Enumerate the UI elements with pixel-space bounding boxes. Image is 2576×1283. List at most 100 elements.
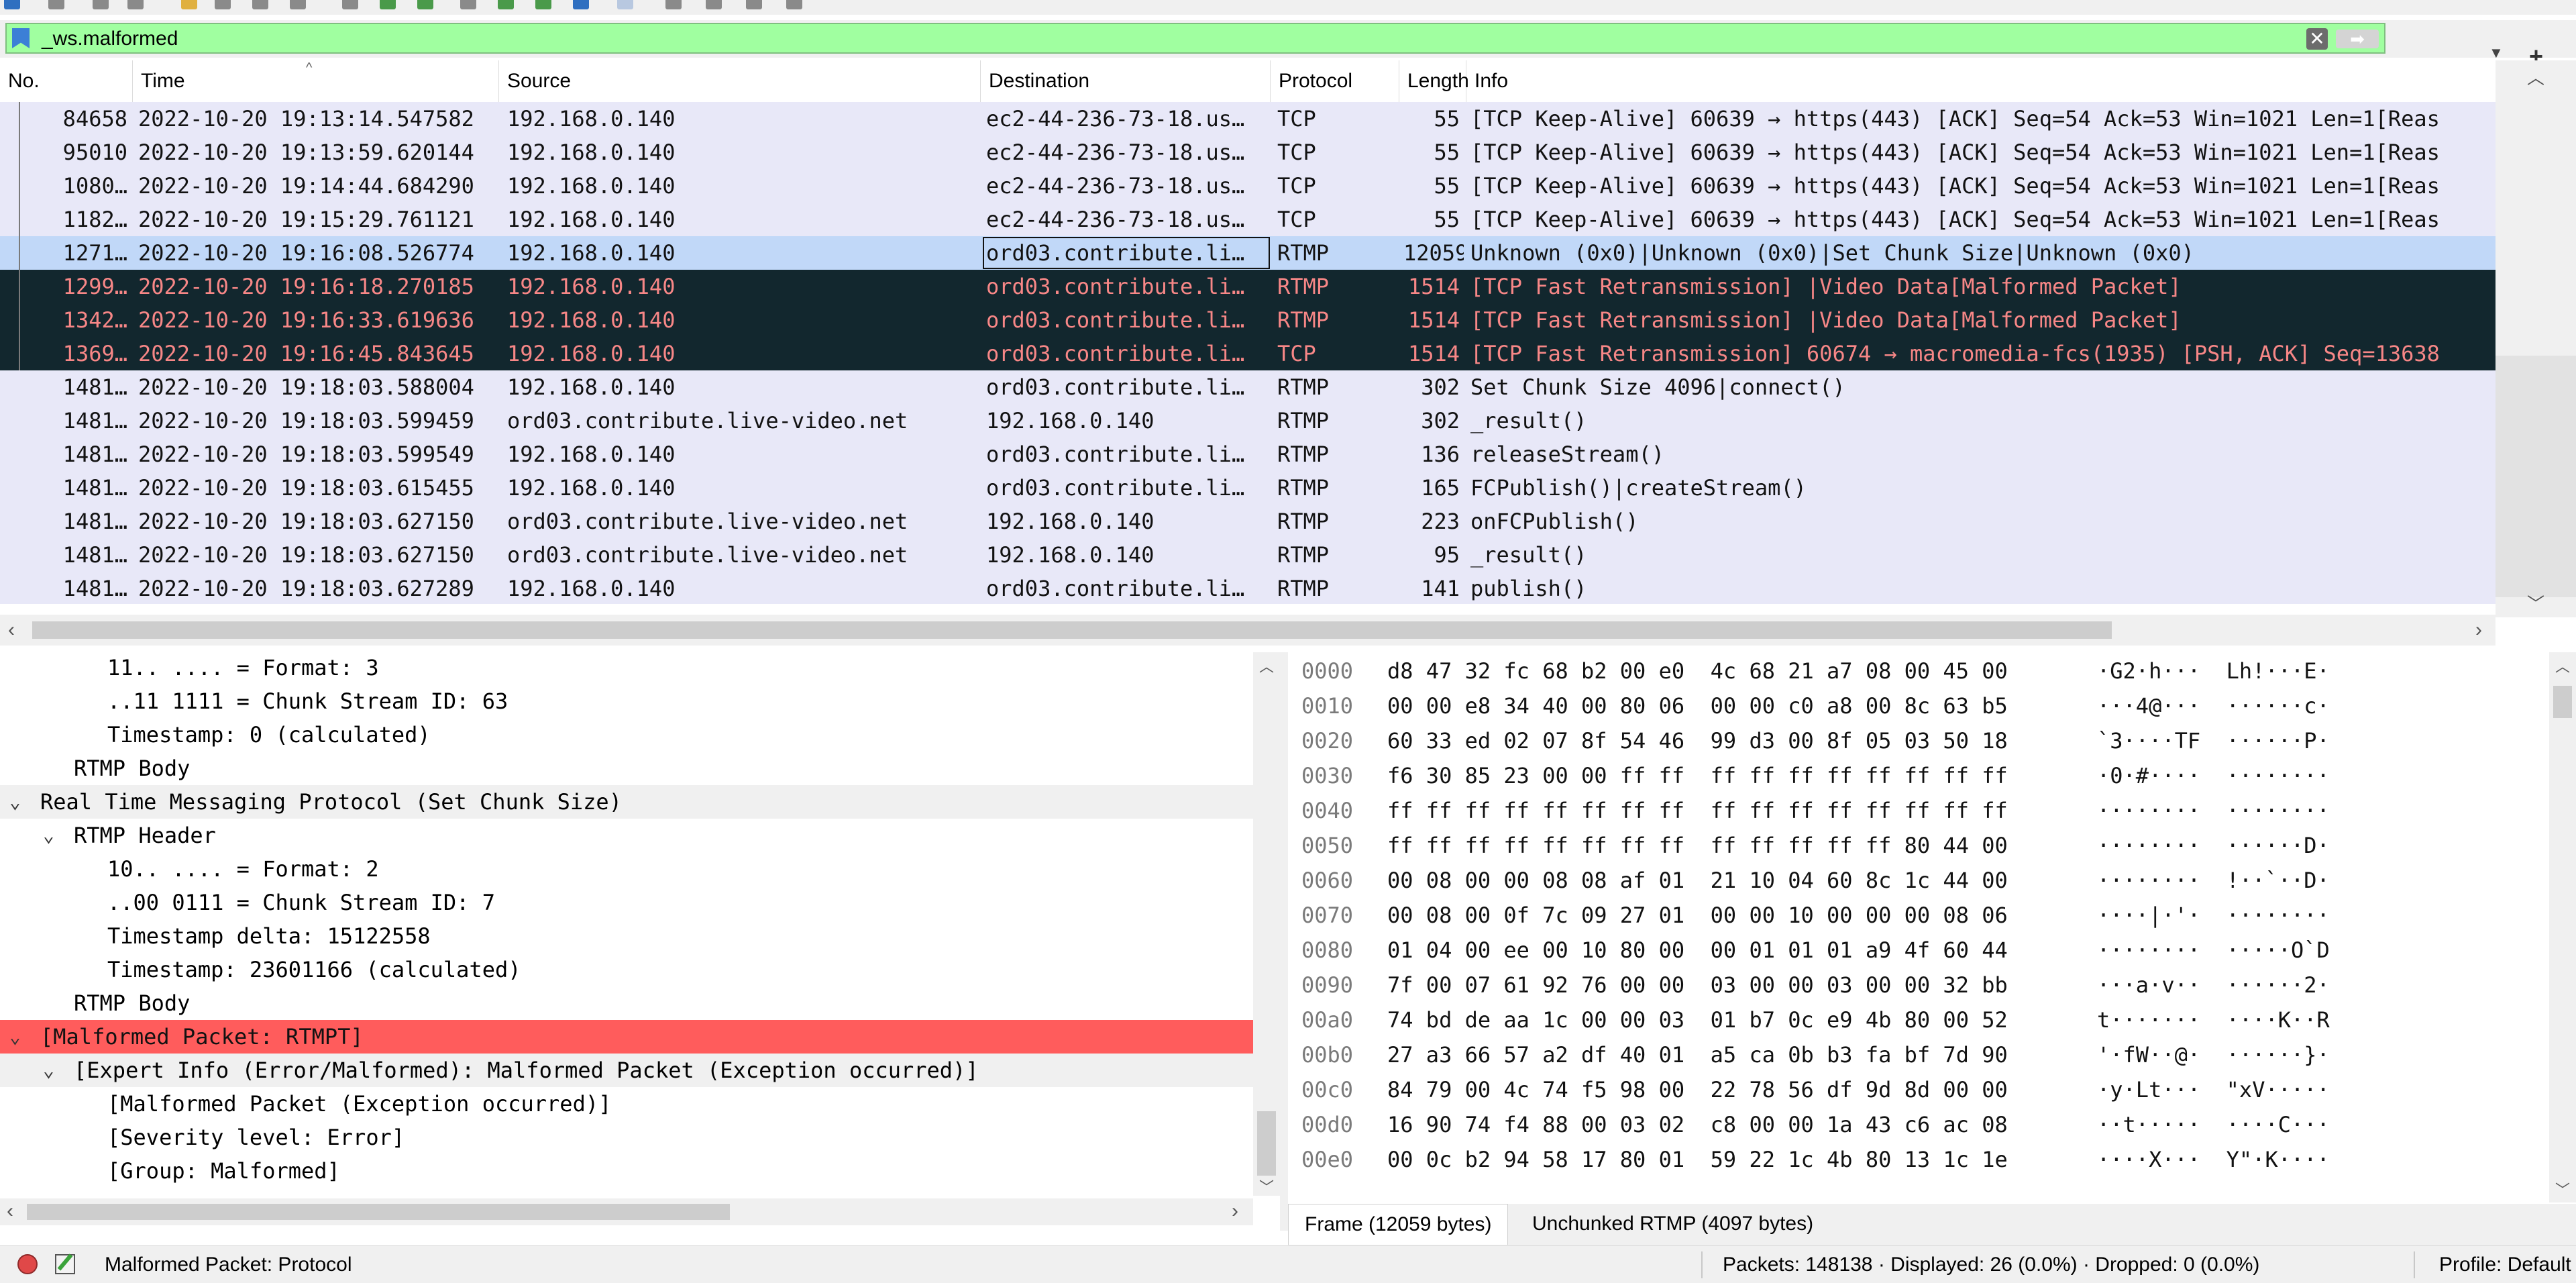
display-filter-text[interactable]: _ws.malformed xyxy=(42,27,178,51)
ascii-bytes[interactable]: ···a·v·· ······2· xyxy=(2097,968,2330,1003)
packet-row[interactable]: 1481… 2022-10-20 19:18:03.599459 ord03.con… xyxy=(0,404,2496,438)
hex-bytes[interactable]: ff ff ff ff ff ff ff ff ff ff ff ff ff 8… xyxy=(1387,828,2008,863)
hex-bytes[interactable]: 00 08 00 00 08 08 af 01 21 10 04 60 8c 1… xyxy=(1387,863,2008,898)
hex-bytes[interactable]: 7f 00 07 61 92 76 00 00 03 00 00 03 00 0… xyxy=(1387,968,2008,1003)
save-file-icon[interactable] xyxy=(215,0,231,9)
scroll-down-icon[interactable]: ﹀ xyxy=(2549,1178,2576,1200)
detail-tree-item[interactable]: RTMP Body xyxy=(0,986,1253,1020)
normal-size-icon[interactable] xyxy=(746,0,762,9)
detail-tree-item[interactable]: ..00 0111 = Chunk Stream ID: 7 xyxy=(0,886,1253,919)
packet-list-scrollbar[interactable]: ︿ ﹀ xyxy=(2496,60,2576,617)
chevron-down-icon[interactable]: ▼ xyxy=(2489,44,2504,62)
packet-row[interactable]: 1481… 2022-10-20 19:18:03.627150 ord03.con… xyxy=(0,505,2496,538)
autoscroll-icon[interactable] xyxy=(573,0,589,9)
packet-row[interactable]: 84658 2022-10-20 19:13:14.547582 192.168.0… xyxy=(0,102,2496,136)
scroll-up-icon[interactable]: ︿ xyxy=(2496,64,2576,89)
detail-tree-item[interactable]: RTMP Body xyxy=(0,752,1253,785)
pane-splitter[interactable] xyxy=(1280,652,1288,1231)
start-capture-icon[interactable] xyxy=(4,0,20,9)
expand-chevron-icon[interactable]: ⌄ xyxy=(9,785,21,819)
ascii-bytes[interactable]: ········ !··`··D· xyxy=(2097,863,2330,898)
detail-tree-item[interactable]: Timestamp: 23601166 (calculated) xyxy=(0,953,1253,986)
detail-tree-item[interactable]: ⌄ RTMP Header xyxy=(0,819,1253,852)
find-packet-icon[interactable] xyxy=(342,0,358,9)
zoom-in-icon[interactable] xyxy=(665,0,682,9)
scrollbar-thumb[interactable] xyxy=(2496,356,2576,597)
packet-list-hscrollbar[interactable]: ‹ › xyxy=(0,615,2496,646)
go-forward-icon[interactable] xyxy=(417,0,433,9)
detail-tree-item[interactable]: ⌄ Real Time Messaging Protocol (Set Chunk… xyxy=(0,785,1253,819)
packet-row[interactable]: 1481… 2022-10-20 19:18:03.588004 192.168.0… xyxy=(0,370,2496,404)
scroll-down-icon[interactable]: ﹀ xyxy=(2496,591,2576,615)
ascii-bytes[interactable]: t······· ····K··R xyxy=(2097,1003,2330,1037)
profile-indicator[interactable]: Profile: Default xyxy=(2439,1246,2571,1283)
stop-capture-icon[interactable] xyxy=(48,0,64,9)
open-file-icon[interactable] xyxy=(181,0,197,9)
restart-capture-icon[interactable] xyxy=(93,0,109,9)
clear-icon[interactable]: ✕ xyxy=(2306,28,2328,50)
column-header-destination[interactable]: Destination xyxy=(981,60,1271,102)
hscroll-thumb[interactable] xyxy=(32,621,2112,639)
detail-tree-item[interactable]: ..11 1111 = Chunk Stream ID: 63 xyxy=(0,684,1253,718)
hex-bytes[interactable]: 16 90 74 f4 88 00 03 02 c8 00 00 1a 43 c… xyxy=(1387,1107,2008,1142)
column-header-protocol[interactable]: Protocol xyxy=(1271,60,1399,102)
detail-tree-item[interactable]: 10.. .... = Format: 2 xyxy=(0,852,1253,886)
ascii-bytes[interactable]: ···4@··· ······c· xyxy=(2097,688,2330,723)
ascii-bytes[interactable]: '·fW··@· ······}· xyxy=(2097,1037,2330,1072)
scroll-down-icon[interactable]: ﹀ xyxy=(1253,1176,1280,1197)
reload-file-icon[interactable] xyxy=(290,0,306,9)
packet-row[interactable]: 1299… 2022-10-20 19:16:18.270185 192.168.0… xyxy=(0,270,2496,303)
hex-bytes[interactable]: f6 30 85 23 00 00 ff ff ff ff ff ff ff f… xyxy=(1387,758,2008,793)
ascii-bytes[interactable]: `3····TF ······P· xyxy=(2097,723,2330,758)
detail-tree-item[interactable]: [Severity level: Error] xyxy=(0,1121,1253,1154)
packet-row[interactable]: 1481… 2022-10-20 19:18:03.615455 192.168.0… xyxy=(0,471,2496,505)
ascii-bytes[interactable]: ····X··· Y"·K···· xyxy=(2097,1142,2330,1177)
go-back-icon[interactable] xyxy=(380,0,396,9)
expert-info-error-icon[interactable] xyxy=(17,1254,38,1274)
detail-tree-item[interactable]: ⌄ [Malformed Packet: RTMPT] xyxy=(0,1020,1253,1054)
hex-bytes[interactable]: 00 08 00 0f 7c 09 27 01 00 00 10 00 00 0… xyxy=(1387,898,2008,933)
hex-bytes[interactable]: 00 0c b2 94 58 17 80 01 59 22 1c 4b 80 1… xyxy=(1387,1142,2008,1177)
scroll-right-icon[interactable]: › xyxy=(2475,619,2482,642)
hex-bytes[interactable]: 01 04 00 ee 00 10 80 00 00 01 01 01 a9 4… xyxy=(1387,933,2008,968)
go-to-packet-icon[interactable] xyxy=(460,0,476,9)
hex-bytes[interactable]: d8 47 32 fc 68 b2 00 e0 4c 68 21 a7 08 0… xyxy=(1387,654,2008,688)
column-header-info[interactable]: Info xyxy=(1466,60,2496,102)
packet-row[interactable]: 95010 2022-10-20 19:13:59.620144 192.168.0… xyxy=(0,136,2496,169)
scroll-up-icon[interactable]: ︿ xyxy=(1253,655,1280,676)
column-header-length[interactable]: Length xyxy=(1399,60,1469,102)
hex-bytes[interactable]: 00 00 e8 34 40 00 80 06 00 00 c0 a8 00 8… xyxy=(1387,688,2008,723)
ascii-bytes[interactable]: ··t····· ····C··· xyxy=(2097,1107,2330,1142)
packet-row[interactable]: 1182… 2022-10-20 19:15:29.761121 192.168.0… xyxy=(0,203,2496,236)
resize-columns-icon[interactable] xyxy=(786,0,802,9)
scroll-right-icon[interactable]: › xyxy=(1232,1200,1238,1223)
zoom-out-icon[interactable] xyxy=(706,0,722,9)
detail-tree-item[interactable]: 11.. .... = Format: 3 xyxy=(0,652,1253,684)
scroll-left-icon[interactable]: ‹ xyxy=(8,619,15,642)
ascii-bytes[interactable]: ·y·Lt··· "xV····· xyxy=(2097,1072,2330,1107)
ascii-bytes[interactable]: ·G2·h··· Lh!···E· xyxy=(2097,654,2330,688)
packet-row[interactable]: 1481… 2022-10-20 19:18:03.599549 192.168.0… xyxy=(0,438,2496,471)
detail-tree-item[interactable]: Timestamp: 0 (calculated) xyxy=(0,718,1253,752)
packet-bytes-pane[interactable]: 0000 d8 47 32 fc 68 b2 00 e0 4c 68 21 a7 … xyxy=(1288,652,2576,1202)
tab-frame-bytes[interactable]: Frame (12059 bytes) xyxy=(1288,1204,1509,1245)
hex-bytes[interactable]: 60 33 ed 02 07 8f 54 46 99 d3 00 8f 05 0… xyxy=(1387,723,2008,758)
expand-chevron-icon[interactable]: ⌄ xyxy=(9,1020,21,1054)
tab-unchunked-rtmp[interactable]: Unchunked RTMP (4097 bytes) xyxy=(1516,1204,1829,1244)
ascii-bytes[interactable]: ········ ······D· xyxy=(2097,828,2330,863)
scroll-up-icon[interactable]: ︿ xyxy=(2549,655,2576,676)
detail-tree-item[interactable]: Timestamp delta: 15122558 xyxy=(0,919,1253,953)
apply-arrow-icon[interactable]: ➡ xyxy=(2336,30,2379,48)
column-header-no[interactable]: No. xyxy=(0,60,133,102)
packet-details-pane[interactable]: 11.. .... = Format: 3 ..11 1111 = Chunk S… xyxy=(0,652,1280,1231)
details-vscroll-thumb[interactable] xyxy=(1257,1111,1276,1176)
details-vscrollbar[interactable]: ︿ ﹀ xyxy=(1253,652,1280,1196)
expand-chevron-icon[interactable]: ⌄ xyxy=(43,1054,54,1087)
scroll-left-icon[interactable]: ‹ xyxy=(7,1200,13,1223)
detail-tree-item[interactable]: [Group: Malformed] xyxy=(0,1154,1253,1188)
column-header-time[interactable]: Time xyxy=(133,60,499,102)
hex-bytes[interactable]: 74 bd de aa 1c 00 00 03 01 b7 0c e9 4b 8… xyxy=(1387,1003,2008,1037)
bytes-vscrollbar[interactable]: ︿ ﹀ xyxy=(2549,652,2576,1202)
bytes-vscroll-thumb[interactable] xyxy=(2553,686,2572,718)
ascii-bytes[interactable]: ·0·#···· ········ xyxy=(2097,758,2330,793)
